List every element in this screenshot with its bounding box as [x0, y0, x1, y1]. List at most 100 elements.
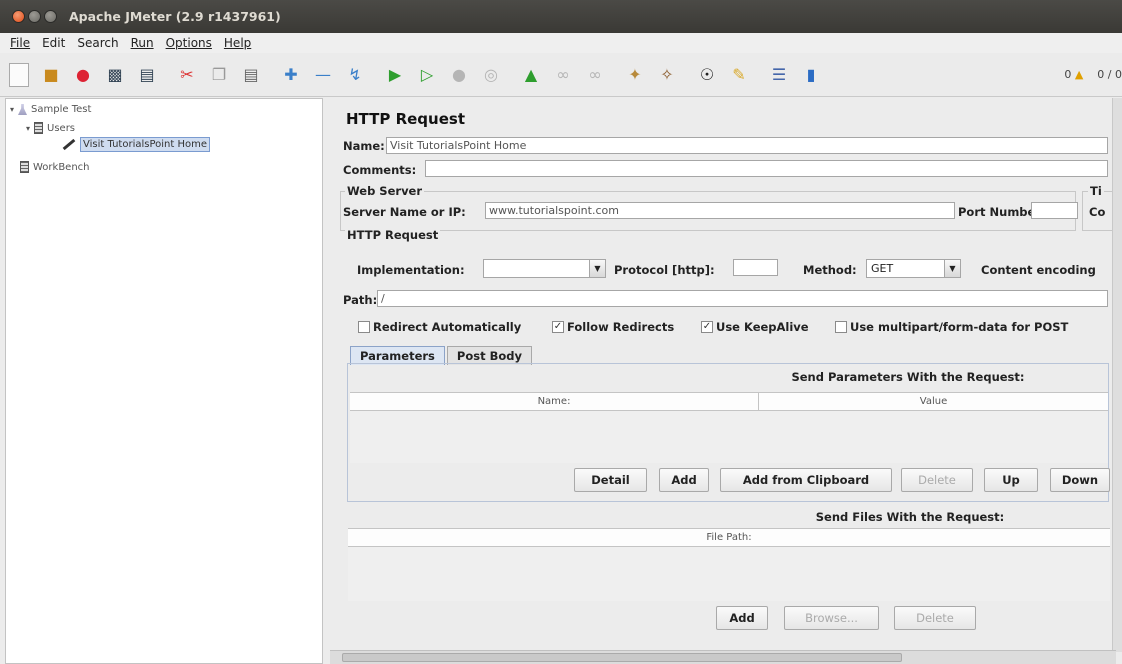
- name-field[interactable]: Visit TutorialsPoint Home: [386, 137, 1108, 154]
- parameters-tab-panel: Send Parameters With the Request: Name: …: [347, 363, 1110, 502]
- multipart-checkbox[interactable]: Use multipart/form-data for POST: [835, 320, 1068, 334]
- files-table-body[interactable]: [348, 547, 1110, 601]
- browse-button[interactable]: Browse...: [784, 606, 879, 630]
- redirect-automatically-checkbox[interactable]: Redirect Automatically: [358, 320, 521, 334]
- follow-redirects-checkbox[interactable]: ✓ Follow Redirects: [552, 320, 674, 334]
- start-icon[interactable]: ▶: [382, 62, 408, 88]
- path-field[interactable]: /: [377, 290, 1108, 307]
- column-file-path[interactable]: File Path:: [348, 529, 1110, 546]
- toggle-icon[interactable]: ↯: [342, 62, 368, 88]
- cut-icon[interactable]: ✂: [174, 62, 200, 88]
- sampler-icon: [62, 138, 76, 151]
- shutdown-icon[interactable]: ◎: [478, 62, 504, 88]
- collapse-toggle-icon[interactable]: ▾: [26, 124, 30, 133]
- clear-all-icon[interactable]: ✧: [654, 62, 680, 88]
- detail-button[interactable]: Detail: [574, 468, 647, 492]
- open-icon[interactable]: ●: [70, 62, 96, 88]
- check-icon: ✓: [701, 321, 713, 333]
- remote-start-icon[interactable]: ▲: [518, 62, 544, 88]
- tree-node-sample-test[interactable]: ▾ Sample Test: [10, 104, 91, 115]
- menu-run[interactable]: Run: [131, 36, 154, 50]
- web-server-title: Web Server: [345, 184, 425, 198]
- menu-edit[interactable]: Edit: [42, 36, 65, 50]
- content-encoding-label: Content encoding: [981, 263, 1096, 277]
- window-title: Apache JMeter (2.9 r1437961): [69, 9, 281, 24]
- horizontal-scrollbar[interactable]: [330, 650, 1116, 664]
- test-plan-icon: [18, 104, 28, 115]
- params-table-body[interactable]: [350, 411, 1108, 463]
- help-icon[interactable]: ▮: [798, 62, 824, 88]
- new-icon[interactable]: [6, 62, 32, 88]
- menu-options[interactable]: Options: [166, 36, 212, 50]
- templates-icon[interactable]: ■: [38, 62, 64, 88]
- error-count: 0: [1064, 68, 1072, 81]
- vertical-scrollbar[interactable]: [1112, 98, 1122, 652]
- reset-search-icon[interactable]: ✎: [726, 62, 752, 88]
- delete-parameter-button[interactable]: Delete: [901, 468, 973, 492]
- tree-node-workbench[interactable]: WorkBench: [20, 161, 90, 173]
- timeouts-title: Ti: [1088, 184, 1104, 198]
- status-area: 0 ▲ 0 / 0: [1064, 68, 1122, 81]
- maximize-window-button[interactable]: [44, 10, 57, 23]
- tree-node-users[interactable]: ▾ Users: [26, 122, 75, 134]
- stop-icon[interactable]: ●: [446, 62, 472, 88]
- checkbox-label: Use KeepAlive: [716, 320, 809, 334]
- add-from-clipboard-button[interactable]: Add from Clipboard: [720, 468, 892, 492]
- clear-icon[interactable]: ✦: [622, 62, 648, 88]
- start-no-pauses-icon[interactable]: ▷: [414, 62, 440, 88]
- search-icon[interactable]: ☉: [694, 62, 720, 88]
- menu-search[interactable]: Search: [77, 36, 118, 50]
- save-as-icon[interactable]: ▤: [134, 62, 160, 88]
- check-icon: ✓: [552, 321, 564, 333]
- add-file-button[interactable]: Add: [716, 606, 768, 630]
- method-select[interactable]: GET ▼: [866, 259, 961, 278]
- menu-file[interactable]: File: [10, 36, 30, 50]
- http-request-group-title: HTTP Request: [345, 228, 441, 242]
- minimize-window-button[interactable]: [28, 10, 41, 23]
- scroll-thumb[interactable]: [342, 653, 902, 662]
- chevron-down-icon: ▼: [589, 260, 605, 277]
- copy-icon[interactable]: ❐: [206, 62, 232, 88]
- server-name-field[interactable]: www.tutorialspoint.com: [485, 202, 955, 219]
- server-label: Server Name or IP:: [343, 205, 466, 219]
- name-label: Name:: [343, 139, 385, 153]
- use-keepalive-checkbox[interactable]: ✓ Use KeepAlive: [701, 320, 809, 334]
- close-window-button[interactable]: [12, 10, 25, 23]
- implementation-select[interactable]: ▼: [483, 259, 606, 278]
- title-bar: Apache JMeter (2.9 r1437961): [0, 0, 1122, 33]
- menu-bar: File Edit Search Run Options Help: [0, 33, 1122, 53]
- remote-shutdown-icon[interactable]: ∞: [582, 62, 608, 88]
- add-parameter-button[interactable]: Add: [659, 468, 709, 492]
- checkbox-label: Redirect Automatically: [373, 320, 522, 334]
- save-icon[interactable]: ▩: [102, 62, 128, 88]
- thread-group-icon: [34, 122, 44, 134]
- params-title: Send Parameters With the Request:: [791, 370, 1025, 384]
- method-label: Method:: [803, 263, 857, 277]
- implementation-label: Implementation:: [357, 263, 465, 277]
- down-button[interactable]: Down: [1050, 468, 1110, 492]
- remote-stop-icon[interactable]: ∞: [550, 62, 576, 88]
- column-value[interactable]: Value: [759, 393, 1108, 410]
- paste-icon[interactable]: ▤: [238, 62, 264, 88]
- checkbox-box: [835, 321, 847, 333]
- toolbar: ■ ● ▩ ▤ ✂ ❐ ▤ ✚ — ↯ ▶ ▷ ● ◎ ▲ ∞ ∞ ✦ ✧ ☉ …: [0, 53, 1122, 97]
- expand-icon[interactable]: ✚: [278, 62, 304, 88]
- protocol-field[interactable]: [733, 259, 778, 276]
- port-field[interactable]: [1031, 202, 1078, 219]
- collapse-toggle-icon[interactable]: ▾: [10, 105, 14, 114]
- menu-help[interactable]: Help: [224, 36, 251, 50]
- comments-label: Comments:: [343, 163, 417, 177]
- chevron-down-icon: ▼: [944, 260, 960, 277]
- function-helper-icon[interactable]: ☰: [766, 62, 792, 88]
- warning-icon[interactable]: ▲: [1075, 68, 1083, 81]
- protocol-label: Protocol [http]:: [614, 263, 715, 277]
- comments-field[interactable]: [425, 160, 1108, 177]
- delete-file-button[interactable]: Delete: [894, 606, 976, 630]
- checkbox-label: Follow Redirects: [567, 320, 675, 334]
- tree-node-sampler[interactable]: Visit TutorialsPoint Home: [62, 137, 210, 152]
- thread-count: 0 / 0: [1097, 68, 1122, 81]
- up-button[interactable]: Up: [984, 468, 1038, 492]
- column-name[interactable]: Name:: [350, 393, 759, 410]
- tree-node-label: WorkBench: [33, 161, 90, 173]
- collapse-icon[interactable]: —: [310, 62, 336, 88]
